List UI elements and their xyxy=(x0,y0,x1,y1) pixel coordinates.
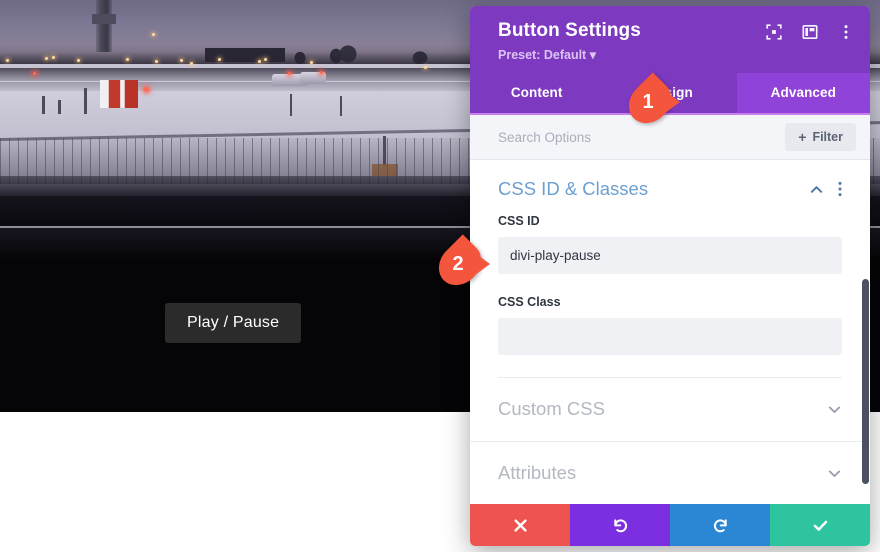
cancel-button[interactable] xyxy=(470,504,570,546)
preset-selector[interactable]: Preset: Default ▾ xyxy=(498,47,852,62)
chevron-down-icon[interactable] xyxy=(827,466,842,481)
section-title: Attributes xyxy=(498,462,577,483)
redo-icon xyxy=(713,518,727,532)
callout-number: 2 xyxy=(452,252,464,275)
check-icon xyxy=(813,520,827,531)
modal-body: CSS ID & Classes CSS ID divi-play-pause … xyxy=(470,160,870,504)
close-icon xyxy=(513,518,527,532)
pin-tail xyxy=(475,253,490,275)
callout-marker-1: 1 xyxy=(620,72,680,132)
save-button[interactable] xyxy=(770,504,870,546)
field-label-css-id: CSS ID xyxy=(498,214,540,228)
section-css-id-classes: CSS ID & Classes CSS ID divi-play-pause … xyxy=(470,160,870,378)
section-custom-css[interactable]: Custom CSS xyxy=(470,378,870,442)
tab-advanced[interactable]: Advanced xyxy=(736,73,870,113)
tab-content[interactable]: Content xyxy=(470,73,603,113)
field-label-css-class: CSS Class xyxy=(498,295,561,309)
modal-header-actions xyxy=(766,24,854,40)
section-header[interactable]: CSS ID & Classes xyxy=(498,178,842,214)
layout-panel-icon[interactable] xyxy=(802,24,818,40)
modal-header: Button Settings Preset: Default ▾ xyxy=(470,6,870,73)
chevron-down-icon[interactable] xyxy=(827,402,842,417)
section-actions xyxy=(809,181,842,197)
more-options-icon[interactable] xyxy=(838,24,854,40)
redo-button[interactable] xyxy=(670,504,770,546)
section-title: Custom CSS xyxy=(498,398,605,419)
modal-action-bar xyxy=(470,504,870,546)
field-css-id: CSS ID xyxy=(498,214,842,274)
callout-number: 1 xyxy=(642,90,654,113)
section-attributes[interactable]: Attributes xyxy=(470,442,870,504)
section-title: CSS ID & Classes xyxy=(498,178,649,199)
search-input[interactable] xyxy=(498,129,738,145)
filter-button[interactable]: + Filter xyxy=(785,123,856,151)
modal-scrollbar[interactable] xyxy=(862,279,869,484)
section-more-options-icon[interactable] xyxy=(838,181,842,197)
css-id-input[interactable] xyxy=(498,237,842,274)
play-pause-button[interactable]: Play / Pause xyxy=(165,303,302,343)
undo-icon xyxy=(613,518,627,532)
plus-icon: + xyxy=(798,129,807,145)
filter-button-label: Filter xyxy=(812,130,843,144)
callout-marker-2: 2 xyxy=(430,234,490,294)
chevron-up-icon[interactable] xyxy=(809,182,824,197)
pin-tail xyxy=(665,91,680,113)
focus-icon[interactable] xyxy=(766,24,782,40)
field-css-class: CSS Class xyxy=(498,295,842,355)
undo-button[interactable] xyxy=(570,504,670,546)
css-class-input[interactable] xyxy=(498,318,842,355)
